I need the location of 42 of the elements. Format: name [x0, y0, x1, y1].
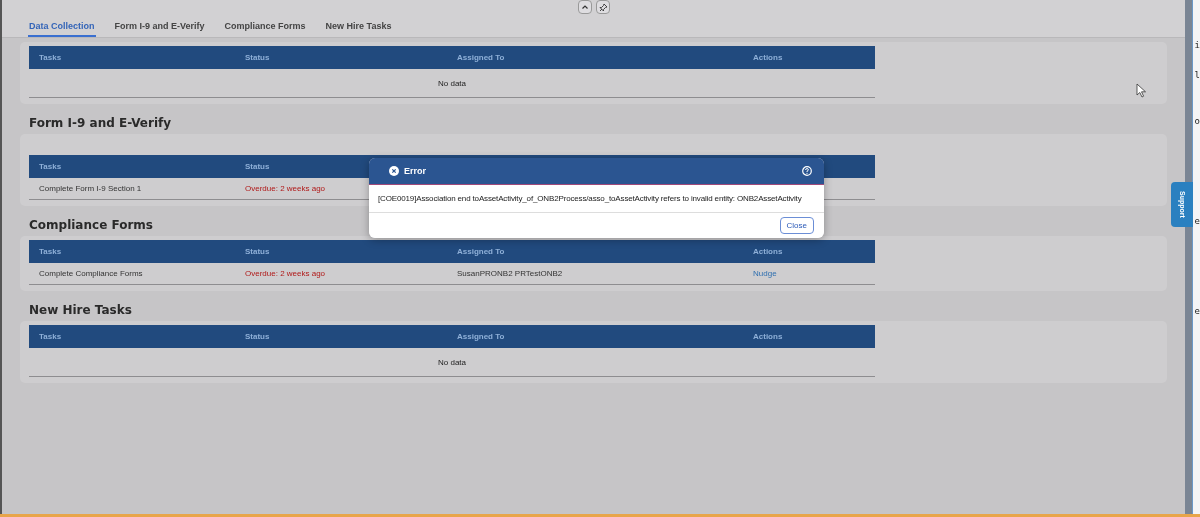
cursor-icon — [1136, 83, 1147, 98]
column-header: Assigned To — [457, 53, 505, 62]
section-title: Form I-9 and E-Verify — [29, 116, 172, 130]
text-fragment: e — [1194, 216, 1200, 226]
column-header: Tasks — [39, 53, 62, 62]
column-header: Actions — [753, 53, 783, 62]
column-header: Assigned To — [457, 332, 505, 341]
dialog-title: Error — [404, 166, 427, 176]
column-header: Actions — [753, 247, 783, 256]
column-header: Status — [245, 332, 270, 341]
text-fragment: o — [1194, 116, 1200, 126]
table-cell: Complete Form I-9 Section 1 — [39, 184, 142, 193]
empty-message: No data — [438, 78, 466, 88]
column-header: Tasks — [39, 162, 62, 171]
text-fragment: l — [1194, 70, 1200, 80]
table-cell: SusanPRONB2 PRTestONB2 — [457, 269, 563, 278]
tab[interactable]: Data Collection — [28, 21, 96, 37]
help-icon[interactable] — [802, 166, 812, 176]
text-fragment: i — [1194, 40, 1200, 50]
text-fragment: e — [1194, 306, 1200, 316]
error-message: [COE0019]Association end toAssetActivity_of_ONB2Process/asso_toAssetActivity refers to invalid entity: ONB2AssetActivity — [378, 194, 803, 203]
column-header: Tasks — [39, 332, 62, 341]
column-header: Tasks — [39, 247, 62, 256]
error-icon — [389, 166, 399, 176]
pin-icon[interactable] — [596, 0, 610, 14]
tab[interactable]: Form I-9 and E-Verify — [113, 21, 206, 37]
tab[interactable]: New Hire Tasks — [324, 21, 393, 37]
column-header: Actions — [753, 332, 783, 341]
nudge-link[interactable]: Nudge — [753, 269, 777, 278]
column-header: Status — [245, 53, 270, 62]
section-title: Compliance Forms — [29, 218, 153, 232]
section-title: New Hire Tasks — [29, 303, 132, 317]
tab[interactable]: Compliance Forms — [223, 21, 307, 37]
status-text: Overdue: 2 weeks ago — [245, 184, 326, 193]
empty-message: No data — [438, 357, 466, 367]
scrollbar[interactable] — [1185, 0, 1192, 514]
column-header: Assigned To — [457, 247, 505, 256]
column-header: Status — [245, 162, 270, 171]
close-button[interactable]: Close — [779, 217, 814, 234]
status-text: Overdue: 2 weeks ago — [245, 269, 326, 278]
column-header: Status — [245, 247, 270, 256]
table-cell: Complete Compliance Forms — [39, 269, 143, 278]
